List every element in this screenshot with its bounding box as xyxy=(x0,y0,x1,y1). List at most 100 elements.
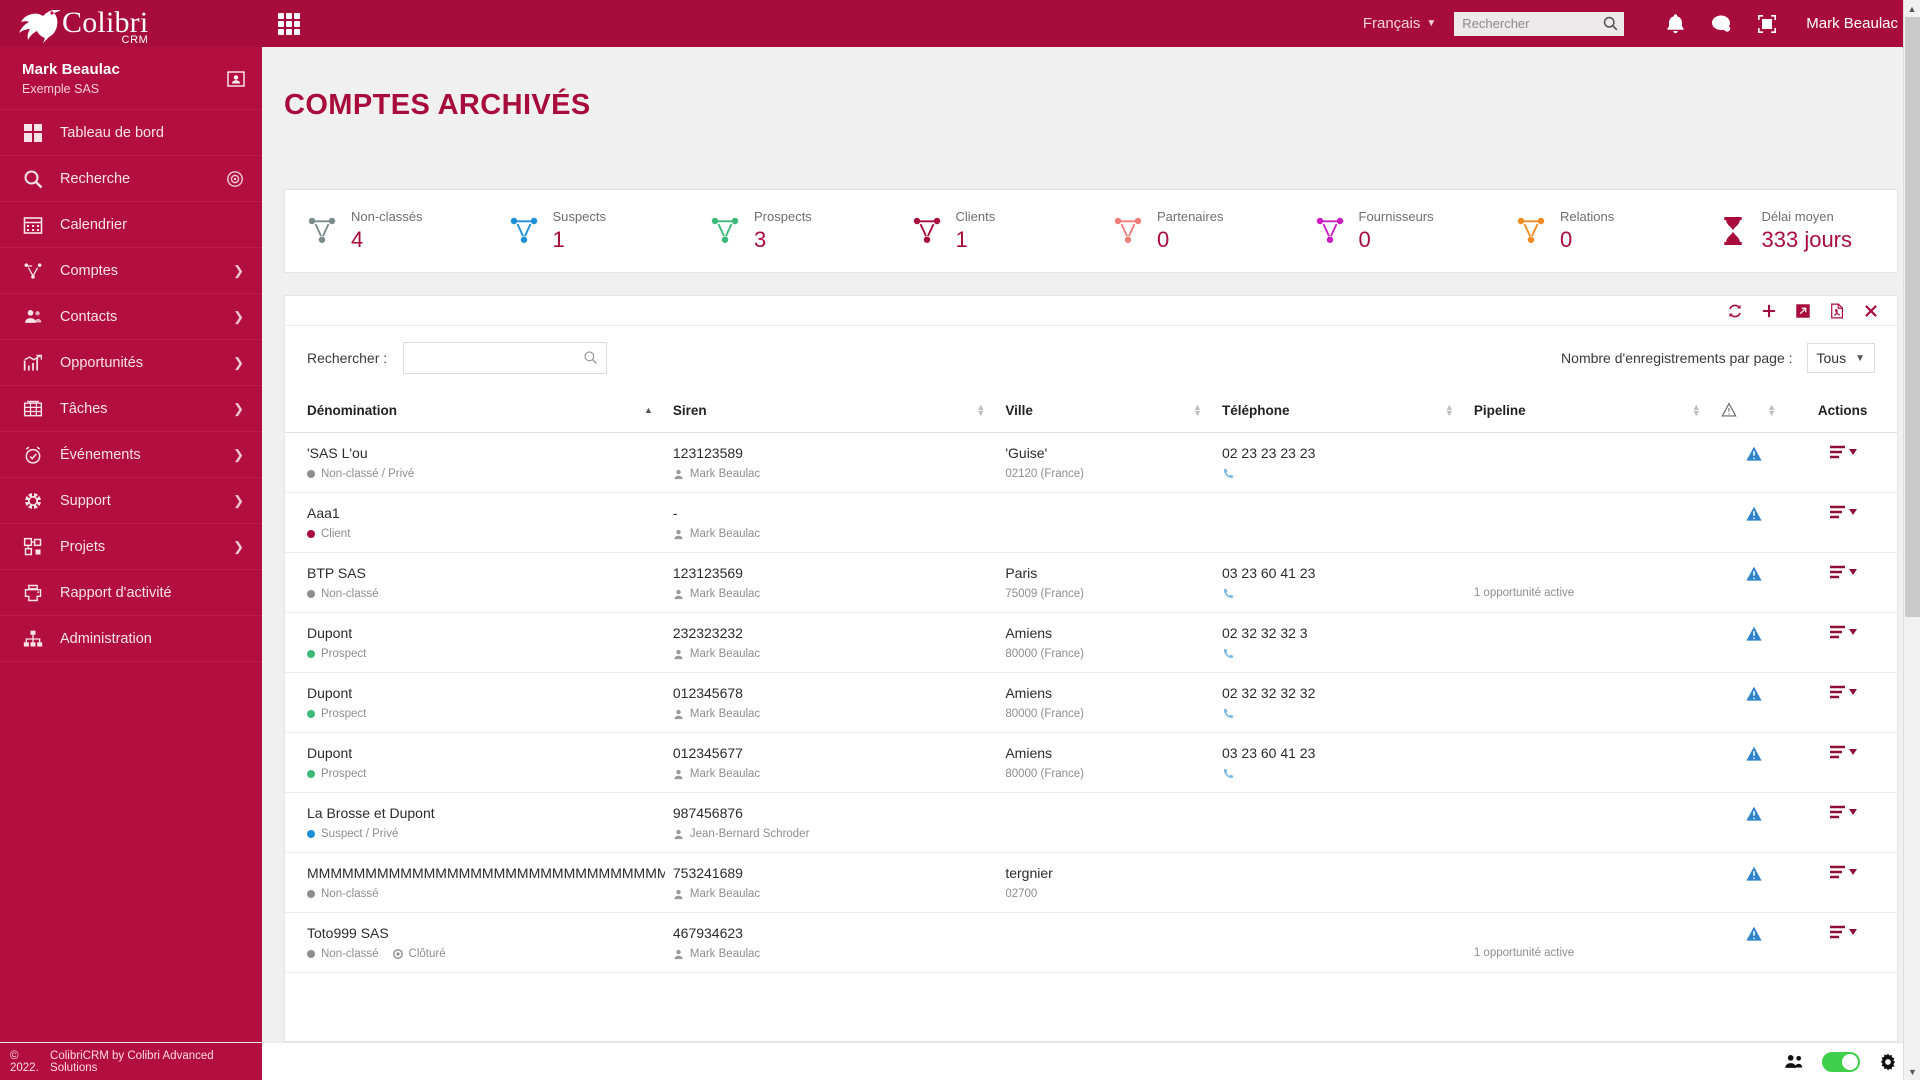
warning-triangle-icon[interactable] xyxy=(1745,505,1763,523)
column-header-pipeline[interactable]: Pipeline ▲ ▼ xyxy=(1473,388,1721,433)
stat-clients[interactable]: Clients 1 xyxy=(890,209,1092,253)
user-menu[interactable]: Mark Beaulac xyxy=(1806,15,1898,32)
phone-call-icon[interactable] xyxy=(1222,647,1235,660)
row-actions-menu[interactable] xyxy=(1829,865,1857,879)
warning-triangle-icon[interactable] xyxy=(1745,805,1763,823)
sidebar-item-taches[interactable]: Tâches ❯ xyxy=(0,386,262,432)
sort-icon[interactable]: ▲ ▼ xyxy=(1445,403,1466,418)
warning-triangle-icon[interactable] xyxy=(1745,565,1763,583)
table-row[interactable]: Aaa1 Client - Mark Beaulac xyxy=(285,492,1897,553)
phone-value: 03 23 60 41 23 xyxy=(1221,745,1316,761)
phone-call-icon[interactable] xyxy=(1222,707,1235,720)
sort-icon[interactable]: ▲ ▼ xyxy=(1692,403,1713,418)
stat-partenaires[interactable]: Partenaires 0 xyxy=(1091,209,1293,253)
column-header-siren[interactable]: Siren ▲ ▼ xyxy=(672,388,1006,433)
column-header-telephone[interactable]: Téléphone ▲ ▼ xyxy=(1221,388,1474,433)
table-row[interactable]: La Brosse et Dupont Suspect / Privé 9874… xyxy=(285,792,1897,853)
cell-denomination: MMMMMMMMMMMMMMMMMMMMMMMMMMMMMMMMM Non-cl… xyxy=(285,852,673,913)
warning-triangle-icon[interactable] xyxy=(1745,625,1763,643)
sort-icon[interactable]: ▲ ▼ xyxy=(976,403,997,418)
stat-suspects[interactable]: Suspects 1 xyxy=(487,209,689,253)
apps-grid-icon[interactable] xyxy=(278,12,300,35)
row-actions-menu[interactable] xyxy=(1829,745,1857,759)
scrollbar-thumb[interactable] xyxy=(1905,17,1920,617)
row-actions-menu[interactable] xyxy=(1829,685,1857,699)
table-scroll-area[interactable]: Dénomination ▲ Siren ▲ ▼ Ville ▲ ▼ Télépho… xyxy=(285,388,1897,1041)
pdf-icon[interactable] xyxy=(1829,303,1845,319)
stat-non-classes[interactable]: Non-classés 4 xyxy=(285,209,487,253)
search-icon[interactable] xyxy=(583,350,598,365)
sidebar-item-opportunites[interactable]: Opportunités ❯ xyxy=(0,340,262,386)
sidebar-item-projets[interactable]: Projets ❯ xyxy=(0,524,262,570)
phone-call-icon[interactable] xyxy=(1222,467,1235,480)
notifications-button[interactable] xyxy=(1652,0,1698,47)
refresh-icon[interactable] xyxy=(1727,303,1743,319)
row-actions-menu[interactable] xyxy=(1829,565,1857,579)
sidebar-item-calendrier[interactable]: Calendrier xyxy=(0,202,262,248)
stat-prospects[interactable]: Prospects 3 xyxy=(688,209,890,253)
warning-triangle-icon[interactable] xyxy=(1745,865,1763,883)
account-status: Non-classé xyxy=(307,588,665,600)
sidebar-item-contacts[interactable]: Contacts ❯ xyxy=(0,294,262,340)
footer-toggle[interactable] xyxy=(1822,1051,1860,1072)
cell-pipeline xyxy=(1473,792,1721,853)
sort-icon[interactable]: ▲ ▼ xyxy=(1767,403,1788,418)
search-input[interactable] xyxy=(1454,11,1625,36)
warning-triangle-icon[interactable] xyxy=(1745,445,1763,463)
messages-button[interactable] xyxy=(1698,0,1744,47)
gear-icon[interactable] xyxy=(1878,1052,1898,1072)
sidebar-user-block[interactable]: Mark Beaulac Exemple SAS xyxy=(0,47,262,110)
page-title: COMPTES ARCHIVÉS xyxy=(284,89,591,121)
column-header-warning[interactable]: ▲ ▼ xyxy=(1720,388,1797,433)
table-row[interactable]: Dupont Prospect 012345677 Mark Beaulac A… xyxy=(285,732,1897,793)
window-scrollbar[interactable]: ▲ ▼ xyxy=(1903,0,1920,1080)
row-actions-menu[interactable] xyxy=(1829,625,1857,639)
row-actions-menu[interactable] xyxy=(1829,505,1857,519)
pipeline-value: 1 opportunité active xyxy=(1473,587,1575,599)
fullscreen-button[interactable] xyxy=(1744,0,1790,47)
warning-triangle-icon[interactable] xyxy=(1745,745,1763,763)
target-icon[interactable] xyxy=(226,170,244,188)
row-actions-menu[interactable] xyxy=(1829,805,1857,819)
sidebar-item-rapport-activite[interactable]: Rapport d'activité xyxy=(0,570,262,616)
row-actions-menu[interactable] xyxy=(1829,445,1857,459)
scroll-up-arrow[interactable]: ▲ xyxy=(1904,0,1920,17)
add-icon[interactable] xyxy=(1761,303,1777,319)
table-row[interactable]: MMMMMMMMMMMMMMMMMMMMMMMMMMMMMMMMM Non-cl… xyxy=(285,852,1897,913)
table-row[interactable]: BTP SAS Non-classé 123123569 Mark Beaula… xyxy=(285,552,1897,613)
phone-call-icon[interactable] xyxy=(1222,767,1235,780)
table-search-input[interactable] xyxy=(404,343,607,373)
users-icon[interactable] xyxy=(1784,1052,1804,1072)
sidebar-item-recherche[interactable]: Recherche xyxy=(0,156,262,202)
sidebar-item-tableau-de-bord[interactable]: Tableau de bord xyxy=(0,110,262,156)
sidebar-item-support[interactable]: Support ❯ xyxy=(0,478,262,524)
footer-link[interactable]: ColibriCRM by Colibri Advanced Solutions xyxy=(50,1050,262,1074)
per-page-label: Nombre d'enregistrements par page : xyxy=(1561,350,1793,366)
column-header-denomination[interactable]: Dénomination ▲ xyxy=(285,388,673,433)
table-row[interactable]: Dupont Prospect 232323232 Mark Beaulac A… xyxy=(285,612,1897,673)
phone-call-icon[interactable] xyxy=(1222,587,1235,600)
chevron-right-icon: ❯ xyxy=(233,401,244,416)
sidebar-item-comptes[interactable]: Comptes ❯ xyxy=(0,248,262,294)
stat-fournisseurs[interactable]: Fournisseurs 0 xyxy=(1293,209,1495,253)
table-row[interactable]: Dupont Prospect 012345678 Mark Beaulac A… xyxy=(285,672,1897,733)
sidebar-item-evenements[interactable]: Événements ❯ xyxy=(0,432,262,478)
table-row[interactable]: Toto999 SAS Non-classé Clôturé 467934623 xyxy=(285,912,1897,973)
brand-logo[interactable]: Colibri CRM xyxy=(0,0,262,47)
scroll-down-arrow[interactable]: ▼ xyxy=(1904,1063,1920,1080)
language-selector[interactable]: Français ▼ xyxy=(1363,15,1436,32)
sort-asc-icon[interactable]: ▲ xyxy=(644,406,665,415)
per-page-select[interactable]: Tous ▼ xyxy=(1806,343,1875,373)
column-header-ville[interactable]: Ville ▲ ▼ xyxy=(1005,388,1222,433)
warning-triangle-icon[interactable] xyxy=(1745,685,1763,703)
warning-triangle-icon[interactable] xyxy=(1745,925,1763,943)
sidebar-item-administration[interactable]: Administration xyxy=(0,616,262,662)
close-icon[interactable] xyxy=(1863,303,1879,319)
search-icon[interactable] xyxy=(1602,15,1619,32)
stat-relations[interactable]: Relations 0 xyxy=(1494,209,1696,253)
table-row[interactable]: 'SAS L'ou Non-classé / Privé 123123589 M… xyxy=(285,432,1897,493)
id-card-icon[interactable] xyxy=(226,69,246,89)
sort-icon[interactable]: ▲ ▼ xyxy=(1193,403,1214,418)
row-actions-menu[interactable] xyxy=(1829,925,1857,939)
export-icon[interactable] xyxy=(1795,303,1811,319)
